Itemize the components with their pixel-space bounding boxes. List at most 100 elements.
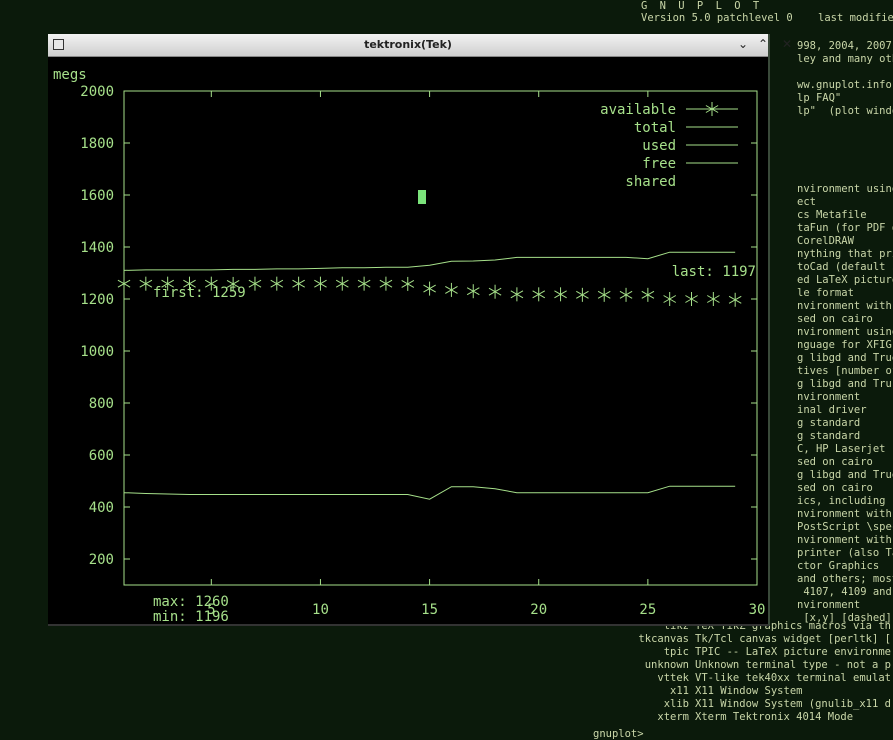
- available-point: [117, 276, 131, 291]
- available-point: [466, 284, 480, 299]
- terminal-text-fragment: lp" (plot windo: [797, 105, 893, 117]
- available-point: [445, 282, 458, 297]
- terminal-text-fragment: sed on cairo: [797, 313, 873, 325]
- terminal-text-fragment: CorelDRAW: [797, 235, 854, 247]
- terminal-list-line: x11 X11 Window System: [0, 685, 802, 698]
- terminal-text-fragment: nvironment: [797, 599, 861, 611]
- y-tick-label: 2000: [80, 84, 114, 100]
- gnuplot-version-line: Version 5.0 patchlevel 0 last modified: [641, 12, 893, 24]
- window-title: tektronix(Tek): [364, 38, 452, 51]
- y-tick-label: 1400: [80, 240, 114, 256]
- available-point: [728, 292, 742, 307]
- max-annotation: max: 1260: [153, 594, 229, 610]
- terminal-text-fragment: ect: [797, 196, 816, 208]
- terminal-list-line: xterm Xterm Tektronix 4014 Mode: [0, 711, 853, 724]
- terminal-text-fragment: inal driver: [797, 404, 867, 416]
- used-series-line: [123, 485, 736, 500]
- plot-area: 200 400 600 800 1000 1200 1400 1600 1800 2000 5 10 1…: [48, 57, 768, 642]
- terminal-text-fragment: ed LaTeX picture: [797, 274, 893, 286]
- available-point: [532, 287, 546, 302]
- terminal-list-line: xlib X11 Window System (gnulib_x11 d: [0, 698, 891, 711]
- terminal-text-fragment: nguage for XFIG: [797, 339, 892, 351]
- y-tick-label: 1800: [80, 136, 114, 152]
- terminal-text-fragment: g libgd and Tru: [797, 378, 892, 390]
- available-point: [335, 276, 349, 291]
- terminal-text-fragment: 998, 2004, 2007-: [797, 40, 893, 52]
- y-axis-label: megs: [53, 67, 87, 83]
- terminal-description: TPIC -- LaTeX picture environme: [695, 646, 891, 658]
- available-point: [401, 276, 415, 291]
- available-point: [597, 287, 611, 302]
- terminal-text-fragment: nvironment with: [797, 508, 892, 520]
- gnuplot-banner-title: G N U P L O T: [641, 0, 763, 12]
- x-tick-label: 20: [530, 602, 547, 618]
- terminal-name: x11: [670, 685, 689, 697]
- available-point: [139, 276, 153, 291]
- maximize-button[interactable]: ⌃: [756, 37, 770, 51]
- terminal-name: unknown: [644, 659, 689, 671]
- legend-label: total: [634, 120, 676, 136]
- minimize-button[interactable]: ⌄: [736, 37, 750, 51]
- terminal-text-fragment: ctor Graphics: [797, 560, 880, 572]
- chart: 2004006008001000120014001600180020005 10 1…: [53, 67, 766, 642]
- legend-label: free: [642, 156, 676, 172]
- available-point: [641, 287, 655, 302]
- x-tick-label: 15: [421, 602, 438, 618]
- tektronix-window[interactable]: tektronix(Tek) ⌄ ⌃ 200 400 600 800 1000 1200 1…: [48, 34, 770, 642]
- available-point: [488, 284, 502, 299]
- terminal-text-fragment: nvironment using: [797, 183, 893, 195]
- terminal-text-fragment: nvironment with: [797, 534, 892, 546]
- terminal-name: tpic: [663, 646, 689, 658]
- y-tick-label: 1200: [80, 292, 114, 308]
- min-annotation: min: 1196: [153, 609, 229, 624]
- available-point: [619, 287, 633, 302]
- terminal-description: Xterm Tektronix 4014 Mode: [695, 711, 854, 723]
- available-point: [357, 276, 371, 291]
- available-point: [248, 276, 262, 291]
- close-button[interactable]: ✕: [780, 37, 794, 51]
- window-titlebar[interactable]: tektronix(Tek) ⌄ ⌃: [48, 34, 768, 57]
- terminal-description: X11 Window System (gnulib_x11 d: [695, 698, 891, 710]
- terminal-name: xterm: [657, 711, 689, 723]
- x-tick-label: 10: [312, 602, 329, 618]
- terminal-text-fragment: ley and many oth: [797, 53, 893, 65]
- y-tick-label: 1600: [80, 188, 114, 204]
- terminal-name: tkcanvas: [638, 633, 689, 645]
- x-tick-label: 25: [639, 602, 656, 618]
- terminal-text-fragment: nvironment: [797, 391, 861, 403]
- terminal-list-line: vttek VT-like tek40xx terminal emulat: [0, 672, 891, 685]
- y-tick-label: 800: [89, 396, 114, 412]
- terminal-text-fragment: g standard: [797, 417, 861, 429]
- available-point: [707, 292, 720, 306]
- gnuplot-prompt[interactable]: gnuplot>: [593, 728, 644, 740]
- terminal-text-fragment: taFun (for PDF d: [797, 222, 893, 234]
- terminal-text-fragment: C, HP Laserjet: [797, 443, 886, 455]
- terminal-text-fragment: cs Metafile: [797, 209, 867, 221]
- terminal-text-fragment: lp FAQ": [797, 92, 842, 104]
- y-tick-label: 600: [89, 448, 114, 464]
- terminal-text-fragment: g libgd and True: [797, 469, 893, 481]
- available-point: [379, 276, 393, 291]
- available-point: [314, 276, 327, 291]
- terminal-list-line: unknown Unknown terminal type - not a p: [0, 659, 891, 672]
- terminal-text-fragment: tives [number of: [797, 365, 893, 377]
- terminal-text-fragment: and others; most: [797, 573, 893, 585]
- terminal-list-line: tpic TPIC -- LaTeX picture environme: [0, 646, 891, 659]
- total-series-line: [123, 251, 736, 271]
- available-point: [292, 276, 305, 291]
- terminal-description: X11 Window System: [695, 685, 803, 697]
- terminal-description: Unknown terminal type - not a p: [695, 659, 891, 671]
- terminal-description: Tk/Tcl canvas widget [perltk] [: [695, 633, 891, 645]
- terminal-text-fragment: nvironment with: [797, 300, 892, 312]
- terminal-description: VT-like tek40xx terminal emulat: [695, 672, 891, 684]
- x-tick-label: 30: [749, 602, 766, 618]
- terminal-text-fragment: g libgd and True: [797, 352, 893, 364]
- y-tick-label: 400: [89, 500, 114, 516]
- terminal-text-fragment: printer (also Ta: [797, 547, 893, 559]
- available-point: [510, 287, 524, 302]
- available-point: [270, 276, 284, 291]
- terminal-text-fragment: toCad (default s: [797, 261, 893, 273]
- y-tick-label: 1000: [80, 344, 114, 360]
- terminal-text-fragment: ww.gnuplot.info: [797, 79, 892, 91]
- legend-label: available: [600, 102, 676, 118]
